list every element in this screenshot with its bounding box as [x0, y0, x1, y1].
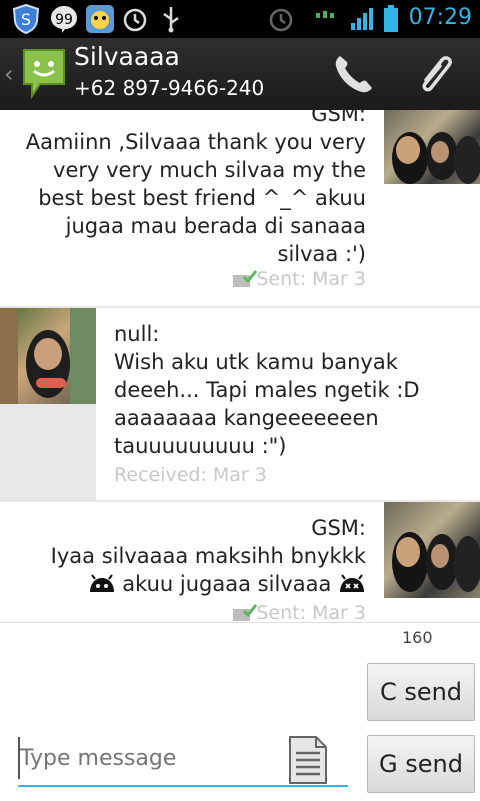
message-line: Wish aku utk kamu banyak — [114, 350, 398, 374]
message-body: Iyaa silvaaaa maksihh bnykkk akuu jugaaa… — [51, 542, 366, 598]
avatar[interactable] — [384, 110, 480, 184]
list-item[interactable]: null: Wish aku utk kamu banyak deeeh... … — [0, 308, 480, 500]
message-line: Aamiinn ,Silvaaa thank you very — [25, 130, 366, 154]
contact-name: Silvaaaa — [74, 42, 180, 71]
battery-icon — [380, 4, 402, 34]
composer: 160 C send G send — [0, 622, 480, 801]
delivered-check-icon — [232, 603, 258, 622]
alarm-icon — [266, 4, 296, 34]
contact-number: +62 897-9466-240 — [74, 76, 265, 100]
conversation-header[interactable]: ‹ Silvaaaa +62 897-9466-240 — [0, 38, 480, 112]
clock: 07:29 — [408, 5, 472, 30]
delivered-check-icon — [232, 269, 258, 291]
message-status: Received: Mar 3 — [114, 464, 267, 486]
message-body: Aamiinn ,Silvaaa thank you very very ver… — [26, 128, 366, 268]
message-sender: GSM: — [311, 516, 366, 540]
char-counter: 160 — [402, 628, 433, 647]
message-sender: null: — [114, 322, 160, 346]
message-body: Wish aku utk kamu banyak deeeh... Tapi m… — [114, 348, 420, 460]
message-line: very very much silvaa my the — [53, 158, 366, 182]
message-line: silvaa :') — [277, 242, 367, 266]
message-line: jugaa mau berada di sanaaa — [65, 214, 366, 238]
message-line: best best best friend ^_^ akuu — [38, 186, 366, 210]
status-bar: S 99 07:29 — [0, 0, 480, 38]
message-sender: GSM: — [311, 110, 366, 126]
template-icon[interactable] — [286, 733, 330, 787]
data-icon — [312, 4, 338, 34]
message-line: Iyaa silvaaaa maksihh bnykkk — [50, 544, 366, 568]
message-line: akuu jugaaa silvaaa — [122, 572, 332, 596]
back-chevron-icon[interactable]: ‹ — [4, 60, 14, 88]
message-line: deeeh... Tapi males ngetik :D — [114, 378, 420, 402]
usb-icon — [156, 4, 186, 34]
avatar[interactable] — [0, 308, 96, 404]
avatar-spacer — [0, 404, 96, 500]
message-line: tauuuuuuuuu :") — [114, 434, 287, 458]
phone-icon[interactable] — [330, 52, 376, 98]
message-status: Sent: Mar 3 — [256, 268, 366, 290]
message-line: aaaaaaaa kangeeeeeeen — [114, 406, 379, 430]
message-line-with-emoji: akuu jugaaa silvaaa — [51, 570, 366, 598]
list-item[interactable]: GSM: Aamiinn ,Silvaaa thank you very ver… — [0, 110, 480, 306]
avatar[interactable] — [384, 502, 480, 598]
messaging-app-icon[interactable] — [20, 46, 68, 100]
svg-text:99: 99 — [55, 12, 73, 28]
attachment-icon[interactable] — [412, 50, 462, 100]
signal-icon — [348, 4, 376, 34]
c-send-button[interactable]: C send — [367, 663, 475, 721]
g-send-button[interactable]: G send — [367, 735, 475, 793]
message-input[interactable] — [18, 737, 282, 779]
hangouts-icon: 99 — [48, 4, 80, 34]
android-emoji-icon — [338, 574, 366, 596]
android-emoji-icon — [88, 574, 116, 596]
alarm-icon — [120, 4, 150, 34]
shield-icon: S — [10, 4, 42, 34]
message-list[interactable]: GSM: Aamiinn ,Silvaaa thank you very ver… — [0, 110, 480, 622]
list-item[interactable]: GSM: Iyaa silvaaaa maksihh bnykkk akuu j… — [0, 502, 480, 622]
app-icon — [84, 4, 116, 34]
svg-text:S: S — [21, 10, 31, 29]
message-status: Sent: Mar 3 — [256, 602, 366, 622]
